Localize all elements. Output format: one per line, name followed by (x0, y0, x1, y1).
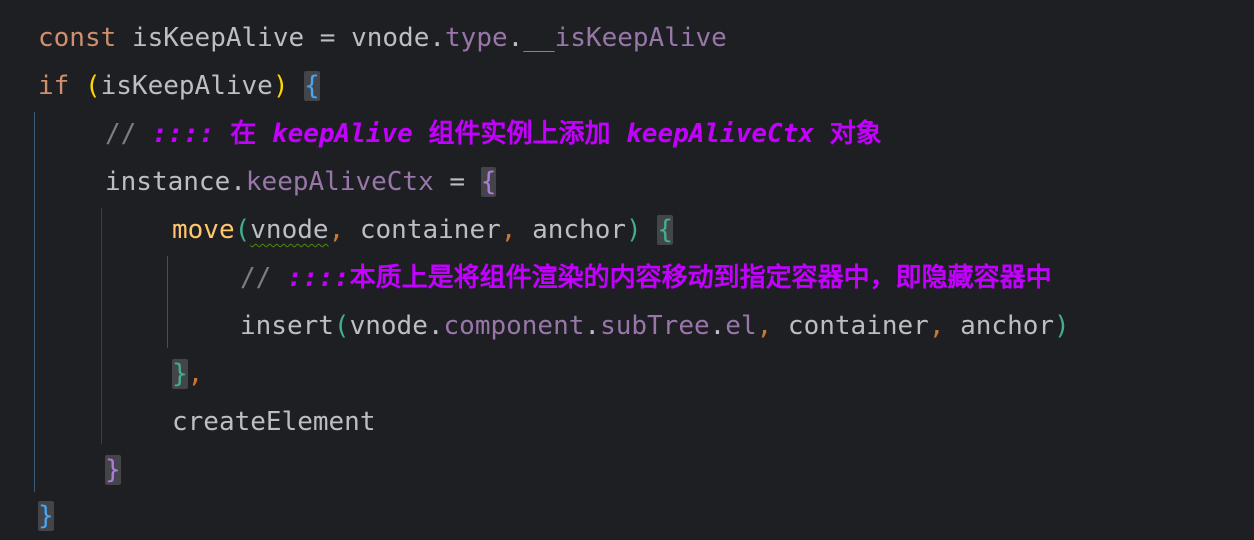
identifier: isKeepAlive (131, 23, 305, 53)
code-line-9: createElement (172, 398, 376, 446)
operator: = (319, 23, 336, 53)
function-name: move (172, 215, 235, 245)
comma: , (500, 215, 517, 245)
punctuation: . (427, 311, 444, 341)
parameter: container (359, 215, 501, 245)
code-line-6: // ::::本质上是将组件渲染的内容移动到指定容器中，即隐藏容器中 (240, 254, 1052, 302)
paren: ( (234, 215, 251, 245)
identifier: vnode (349, 311, 428, 341)
comment-slashes: // (105, 119, 137, 149)
code-line-5: move(vnode, container, anchor) { (172, 206, 673, 254)
parameter: container (787, 311, 929, 341)
todo-marker: :::: (286, 263, 350, 293)
property: subTree (600, 311, 710, 341)
code-line-8: }, (172, 350, 203, 398)
comma: , (756, 311, 773, 341)
comment-text: keepAlive (271, 119, 413, 149)
brace-match: { (480, 167, 497, 197)
code-line-4: instance.keepAliveCtx = { (105, 158, 497, 206)
punctuation: . (230, 167, 246, 197)
parameter: anchor (532, 215, 626, 245)
code-line-1: const isKeepAlive = vnode.type.__isKeepA… (38, 14, 727, 62)
code-line-3: // :::: 在 keepAlive 组件实例上添加 keepAliveCtx… (105, 110, 882, 158)
identifier: vnode (351, 23, 430, 53)
parameter: vnode (250, 215, 329, 245)
paren: ) (626, 215, 642, 245)
keyword-const: const (38, 23, 117, 53)
comment-text: 本质上是将组件渲染的内容移动到指定容器中，即隐藏容器中 (349, 263, 1052, 293)
operator: = (449, 167, 466, 197)
code-line-11: } (38, 492, 54, 540)
code-editor[interactable]: const isKeepAlive = vnode.type.__isKeepA… (0, 0, 1254, 540)
comment-text: keepAliveCtx (626, 119, 814, 149)
comma: , (928, 311, 945, 341)
comment-text: 组件实例上添加 (428, 119, 611, 149)
identifier: instance (105, 167, 231, 197)
parameter: anchor (960, 311, 1055, 341)
indent-guide (101, 208, 102, 444)
paren: ( (333, 311, 350, 341)
punctuation: . (507, 23, 524, 53)
paren: ) (272, 71, 289, 101)
comma: , (328, 215, 345, 245)
todo-marker: :::: (151, 119, 215, 149)
brace-match: } (105, 455, 121, 485)
punctuation: . (709, 311, 726, 341)
function-name: insert (240, 311, 334, 341)
comment-text: 对象 (829, 119, 882, 149)
property: __isKeepAlive (523, 23, 727, 53)
paren: ( (84, 71, 101, 101)
brace-match: { (304, 71, 320, 101)
paren: ) (1054, 311, 1070, 341)
brace-match: } (38, 501, 54, 531)
property: keepAliveCtx (245, 167, 434, 197)
indent-guide (34, 112, 35, 492)
comma: , (187, 359, 204, 389)
punctuation: . (429, 23, 446, 53)
brace-match: { (657, 215, 673, 245)
code-line-7: insert(vnode.component.subTree.el, conta… (240, 302, 1070, 350)
comment-text: 在 (230, 119, 257, 149)
identifier: isKeepAlive (100, 71, 273, 101)
identifier: createElement (172, 407, 376, 437)
property: type (445, 23, 508, 53)
keyword-if: if (38, 71, 70, 101)
indent-guide (167, 256, 168, 348)
comment-slashes: // (240, 263, 272, 293)
punctuation: . (584, 311, 601, 341)
code-line-10: } (105, 446, 121, 494)
code-line-2: if (isKeepAlive) { (38, 62, 320, 110)
property: component (443, 311, 585, 341)
brace-match: } (172, 359, 188, 389)
property: el (725, 311, 757, 341)
